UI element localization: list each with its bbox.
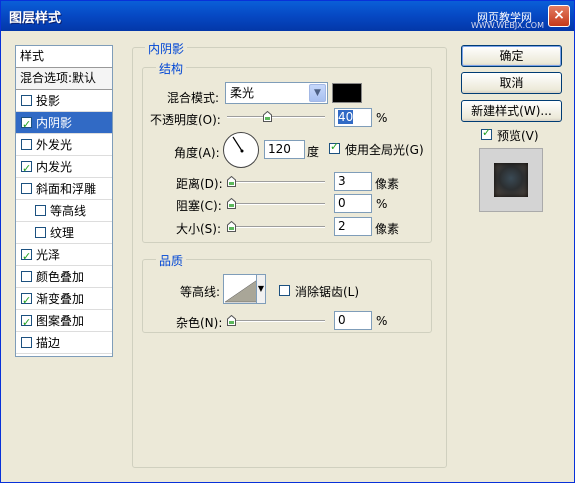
distance-input[interactable]: 3 bbox=[334, 172, 372, 191]
noise-input[interactable]: 0 bbox=[334, 311, 372, 330]
opacity-input[interactable]: 40 bbox=[334, 108, 372, 127]
preview-label: 预览(V) bbox=[497, 129, 539, 143]
style-items: 投影内阴影外发光内发光斜面和浮雕等高线纹理光泽颜色叠加渐变叠加图案叠加描边 bbox=[16, 90, 112, 354]
contour-label: 等高线: bbox=[180, 285, 221, 299]
style-checkbox-icon[interactable] bbox=[21, 246, 32, 268]
style-item[interactable]: 内阴影 bbox=[16, 112, 112, 136]
style-checkbox-icon[interactable] bbox=[21, 158, 32, 180]
slider-thumb-icon[interactable] bbox=[263, 111, 272, 122]
style-item-label: 外发光 bbox=[36, 138, 73, 152]
style-item[interactable]: 纹理 bbox=[16, 222, 112, 244]
choke-unit: % bbox=[376, 197, 388, 211]
opacity-unit: % bbox=[376, 111, 388, 125]
style-item-label: 渐变叠加 bbox=[36, 292, 85, 306]
new-style-button[interactable]: 新建样式(W)... bbox=[461, 100, 562, 122]
angle-input[interactable]: 120 bbox=[264, 140, 305, 159]
contour-dropdown-icon[interactable]: ▼ bbox=[256, 274, 266, 304]
close-icon[interactable]: × bbox=[548, 5, 570, 27]
antialias-checkbox[interactable]: 消除锯齿(L) bbox=[279, 283, 359, 300]
style-item[interactable]: 等高线 bbox=[16, 200, 112, 222]
size-slider[interactable] bbox=[227, 221, 325, 232]
style-checkbox-icon[interactable] bbox=[21, 271, 32, 282]
angle-dial[interactable] bbox=[223, 132, 259, 168]
style-item-label: 斜面和浮雕 bbox=[36, 182, 97, 196]
distance-label: 距离(D): bbox=[176, 177, 223, 191]
slider-thumb-icon[interactable] bbox=[227, 315, 236, 326]
styles-list: 样式 混合选项:默认 投影内阴影外发光内发光斜面和浮雕等高线纹理光泽颜色叠加渐变… bbox=[15, 45, 113, 357]
style-checkbox-icon[interactable] bbox=[21, 183, 32, 194]
dialog-title: 图层样式 bbox=[9, 11, 62, 26]
blend-mode-label: 混合模式: bbox=[167, 91, 220, 105]
choke-label: 阻塞(C): bbox=[176, 199, 222, 213]
style-item-label: 内阴影 bbox=[36, 116, 73, 130]
opacity-slider[interactable] bbox=[227, 111, 325, 122]
style-checkbox-icon[interactable] bbox=[21, 114, 32, 136]
slider-thumb-icon[interactable] bbox=[227, 198, 236, 209]
shadow-color-swatch[interactable] bbox=[332, 83, 362, 103]
style-item-label: 内发光 bbox=[36, 160, 73, 174]
style-item[interactable]: 描边 bbox=[16, 332, 112, 354]
slider-thumb-icon[interactable] bbox=[227, 176, 236, 187]
noise-label: 杂色(N): bbox=[176, 316, 223, 330]
style-checkbox-icon[interactable] bbox=[35, 227, 46, 238]
style-item[interactable]: 外发光 bbox=[16, 134, 112, 156]
style-item-label: 颜色叠加 bbox=[36, 270, 85, 284]
style-item[interactable]: 光泽 bbox=[16, 244, 112, 268]
distance-slider[interactable] bbox=[227, 176, 325, 187]
style-checkbox-icon[interactable] bbox=[21, 139, 32, 150]
title-bar[interactable]: 图层样式 网页教学网 WWW.WEBJX.COM × bbox=[1, 1, 574, 31]
angle-label: 角度(A): bbox=[174, 146, 220, 160]
global-light-label: 使用全局光(G) bbox=[345, 143, 424, 157]
style-item[interactable]: 内发光 bbox=[16, 156, 112, 180]
opacity-label: 不透明度(O): bbox=[150, 113, 221, 127]
size-unit: 像素 bbox=[375, 222, 400, 236]
choke-slider[interactable] bbox=[227, 198, 325, 209]
noise-slider[interactable] bbox=[227, 315, 325, 326]
style-item[interactable]: 颜色叠加 bbox=[16, 266, 112, 288]
chevron-down-icon: ▼ bbox=[309, 84, 326, 102]
quality-title: 品质 bbox=[156, 252, 187, 269]
preview-check-icon[interactable] bbox=[481, 126, 492, 140]
blend-options-item[interactable]: 混合选项:默认 bbox=[16, 68, 112, 90]
angle-unit: 度 bbox=[307, 145, 320, 159]
size-label: 大小(S): bbox=[176, 222, 222, 236]
style-item-label: 描边 bbox=[36, 336, 61, 350]
choke-input[interactable]: 0 bbox=[334, 194, 372, 213]
style-item-label: 投影 bbox=[36, 94, 61, 108]
style-item[interactable]: 斜面和浮雕 bbox=[16, 178, 112, 200]
preview-checkbox[interactable]: 预览(V) bbox=[481, 126, 539, 144]
ok-button[interactable]: 确定 bbox=[461, 45, 562, 67]
style-checkbox-icon[interactable] bbox=[21, 337, 32, 348]
inner-shadow-title: 内阴影 bbox=[145, 40, 188, 57]
preview-swatch bbox=[494, 163, 528, 197]
global-light-check-icon[interactable] bbox=[329, 140, 340, 154]
blend-mode-value: 柔光 bbox=[230, 86, 255, 100]
noise-unit: % bbox=[376, 314, 388, 328]
styles-header[interactable]: 样式 bbox=[16, 46, 112, 68]
style-item[interactable]: 渐变叠加 bbox=[16, 288, 112, 312]
style-item-label: 图案叠加 bbox=[36, 314, 85, 328]
style-checkbox-icon[interactable] bbox=[21, 290, 32, 312]
style-item-label: 等高线 bbox=[50, 204, 87, 218]
watermark-url: WWW.WEBJX.COM bbox=[471, 21, 544, 30]
blend-mode-select[interactable]: 柔光 ▼ bbox=[225, 82, 328, 104]
structure-title: 结构 bbox=[156, 60, 187, 77]
size-input[interactable]: 2 bbox=[334, 217, 372, 236]
style-item[interactable]: 投影 bbox=[16, 90, 112, 112]
style-item-label: 光泽 bbox=[36, 248, 61, 262]
global-light-checkbox[interactable]: 使用全局光(G) bbox=[329, 140, 424, 158]
slider-thumb-icon[interactable] bbox=[227, 221, 236, 232]
angle-dial-icon bbox=[232, 136, 244, 153]
cancel-button[interactable]: 取消 bbox=[461, 72, 562, 94]
antialias-label: 消除锯齿(L) bbox=[295, 285, 360, 299]
style-checkbox-icon[interactable] bbox=[35, 205, 46, 216]
style-item[interactable]: 图案叠加 bbox=[16, 310, 112, 334]
style-preview-thumbnail bbox=[479, 148, 543, 212]
antialias-check-icon[interactable] bbox=[279, 285, 290, 296]
style-item-label: 纹理 bbox=[50, 226, 75, 240]
style-checkbox-icon[interactable] bbox=[21, 95, 32, 106]
layer-style-dialog: 图层样式 网页教学网 WWW.WEBJX.COM × 样式 混合选项:默认 投影… bbox=[0, 0, 575, 483]
style-checkbox-icon[interactable] bbox=[21, 312, 32, 334]
distance-unit: 像素 bbox=[375, 177, 400, 191]
